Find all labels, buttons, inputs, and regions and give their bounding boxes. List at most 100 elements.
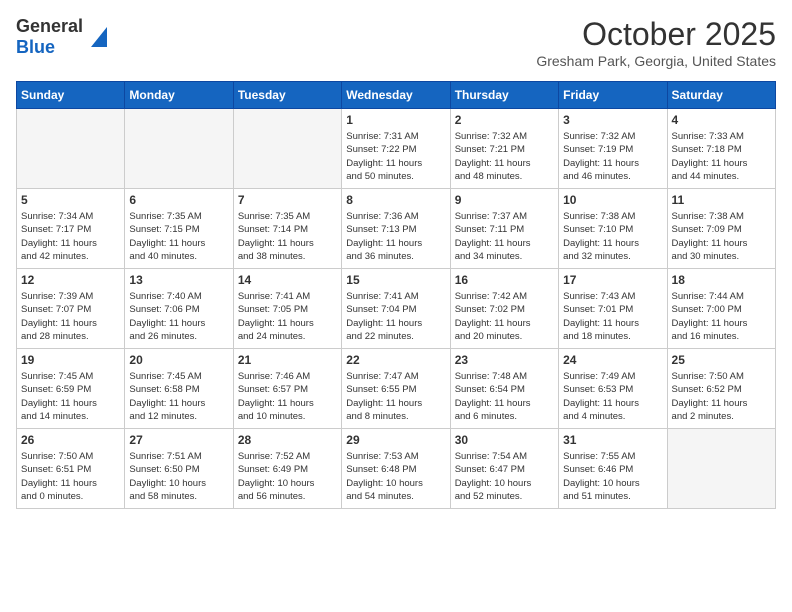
day-number: 3 — [563, 113, 662, 127]
day-info: Sunrise: 7:41 AM Sunset: 7:04 PM Dayligh… — [346, 290, 445, 343]
day-number: 27 — [129, 433, 228, 447]
calendar-table: SundayMondayTuesdayWednesdayThursdayFrid… — [16, 81, 776, 509]
calendar-cell: 21Sunrise: 7:46 AM Sunset: 6:57 PM Dayli… — [233, 349, 341, 429]
day-number: 17 — [563, 273, 662, 287]
calendar-cell: 17 Sunrise: 7:43 AM Sunset: 7:01 PM Dayli… — [559, 269, 667, 349]
calendar-cell: 26 Sunrise: 7:50 AM Sunset: 6:51 PM Dayli… — [17, 429, 125, 509]
day-info: Sunrise: 7:41 AM Sunset: 7:05 PM Dayligh… — [238, 290, 337, 343]
day-number: 2 — [455, 113, 554, 127]
calendar-week-row-5: 26 Sunrise: 7:50 AM Sunset: 6:51 PM Dayli… — [17, 429, 776, 509]
calendar-cell: 3 Sunrise: 7:32 AM Sunset: 7:19 PM Daylig… — [559, 109, 667, 189]
day-number: 28 — [238, 433, 337, 447]
calendar-cell: 25 Sunrise: 7:50 AM Sunset: 6:52 PM Dayli… — [667, 349, 775, 429]
calendar-cell: 20 Sunrise: 7:45 AM Sunset: 6:58 PM Dayli… — [125, 349, 233, 429]
day-info: Sunrise: 7:36 AM Sunset: 7:13 PM Dayligh… — [346, 210, 445, 263]
day-info: Sunrise: 7:42 AM Sunset: 7:02 PM Dayligh… — [455, 290, 554, 343]
day-number: 5 — [21, 193, 120, 207]
calendar-cell: 29 Sunrise: 7:53 AM Sunset: 6:48 PM Dayli… — [342, 429, 450, 509]
weekday-header-monday: Monday — [125, 82, 233, 109]
calendar-week-row-4: 19 Sunrise: 7:45 AM Sunset: 6:59 PM Dayli… — [17, 349, 776, 429]
calendar-cell: 7 Sunrise: 7:35 AM Sunset: 7:14 PM Daylig… — [233, 189, 341, 269]
calendar-cell: 15 Sunrise: 7:41 AM Sunset: 7:04 PM Dayli… — [342, 269, 450, 349]
day-info: Sunrise: 7:33 AM Sunset: 7:18 PM Dayligh… — [672, 130, 771, 183]
calendar-cell: 13 Sunrise: 7:40 AM Sunset: 7:06 PM Dayli… — [125, 269, 233, 349]
day-number: 1 — [346, 113, 445, 127]
logo-general: General — [16, 16, 83, 37]
day-number: 14 — [238, 273, 337, 287]
day-info: Sunrise: 7:32 AM Sunset: 7:19 PM Dayligh… — [563, 130, 662, 183]
day-info: Sunrise: 7:51 AM Sunset: 6:50 PM Dayligh… — [129, 450, 228, 503]
calendar-week-row-2: 5 Sunrise: 7:34 AM Sunset: 7:17 PM Daylig… — [17, 189, 776, 269]
day-info: Sunrise: 7:43 AM Sunset: 7:01 PM Dayligh… — [563, 290, 662, 343]
day-info: Sunrise: 7:39 AM Sunset: 7:07 PM Dayligh… — [21, 290, 120, 343]
calendar-cell: 11Sunrise: 7:38 AM Sunset: 7:09 PM Dayli… — [667, 189, 775, 269]
title-area: October 2025 Gresham Park, Georgia, Unit… — [536, 16, 776, 69]
calendar-cell — [125, 109, 233, 189]
day-info: Sunrise: 7:31 AM Sunset: 7:22 PM Dayligh… — [346, 130, 445, 183]
calendar-cell — [17, 109, 125, 189]
weekday-header-tuesday: Tuesday — [233, 82, 341, 109]
day-number: 18 — [672, 273, 771, 287]
calendar-cell: 14 Sunrise: 7:41 AM Sunset: 7:05 PM Dayli… — [233, 269, 341, 349]
calendar-cell: 2 Sunrise: 7:32 AM Sunset: 7:21 PM Daylig… — [450, 109, 558, 189]
day-info: Sunrise: 7:45 AM Sunset: 6:59 PM Dayligh… — [21, 370, 120, 423]
day-number: 10 — [563, 193, 662, 207]
day-info: Sunrise: 7:44 AM Sunset: 7:00 PM Dayligh… — [672, 290, 771, 343]
weekday-header-wednesday: Wednesday — [342, 82, 450, 109]
day-number: 20 — [129, 353, 228, 367]
day-number: 9 — [455, 193, 554, 207]
day-info: Sunrise: 7:50 AM Sunset: 6:52 PM Dayligh… — [672, 370, 771, 423]
day-info: Sunrise: 7:35 AM Sunset: 7:15 PM Dayligh… — [129, 210, 228, 263]
calendar-cell: 28 Sunrise: 7:52 AM Sunset: 6:49 PM Dayli… — [233, 429, 341, 509]
calendar-week-row-3: 12Sunrise: 7:39 AM Sunset: 7:07 PM Dayli… — [17, 269, 776, 349]
day-info: Sunrise: 7:50 AM Sunset: 6:51 PM Dayligh… — [21, 450, 120, 503]
calendar-cell: 22Sunrise: 7:47 AM Sunset: 6:55 PM Dayli… — [342, 349, 450, 429]
day-info: Sunrise: 7:48 AM Sunset: 6:54 PM Dayligh… — [455, 370, 554, 423]
calendar-cell: 10Sunrise: 7:38 AM Sunset: 7:10 PM Dayli… — [559, 189, 667, 269]
calendar-cell: 9 Sunrise: 7:37 AM Sunset: 7:11 PM Daylig… — [450, 189, 558, 269]
weekday-header-sunday: Sunday — [17, 82, 125, 109]
day-info: Sunrise: 7:53 AM Sunset: 6:48 PM Dayligh… — [346, 450, 445, 503]
day-number: 25 — [672, 353, 771, 367]
day-number: 4 — [672, 113, 771, 127]
calendar-cell: 1 Sunrise: 7:31 AM Sunset: 7:22 PM Daylig… — [342, 109, 450, 189]
logo-blue: Blue — [16, 37, 55, 58]
weekday-header-saturday: Saturday — [667, 82, 775, 109]
day-info: Sunrise: 7:45 AM Sunset: 6:58 PM Dayligh… — [129, 370, 228, 423]
day-number: 29 — [346, 433, 445, 447]
calendar-cell: 23 Sunrise: 7:48 AM Sunset: 6:54 PM Dayli… — [450, 349, 558, 429]
day-number: 7 — [238, 193, 337, 207]
day-number: 24 — [563, 353, 662, 367]
day-info: Sunrise: 7:32 AM Sunset: 7:21 PM Dayligh… — [455, 130, 554, 183]
calendar-cell: 24 Sunrise: 7:49 AM Sunset: 6:53 PM Dayli… — [559, 349, 667, 429]
day-info: Sunrise: 7:37 AM Sunset: 7:11 PM Dayligh… — [455, 210, 554, 263]
day-number: 31 — [563, 433, 662, 447]
calendar-cell: 4 Sunrise: 7:33 AM Sunset: 7:18 PM Daylig… — [667, 109, 775, 189]
calendar-cell: 6Sunrise: 7:35 AM Sunset: 7:15 PM Daylig… — [125, 189, 233, 269]
day-info: Sunrise: 7:34 AM Sunset: 7:17 PM Dayligh… — [21, 210, 120, 263]
day-info: Sunrise: 7:40 AM Sunset: 7:06 PM Dayligh… — [129, 290, 228, 343]
day-number: 23 — [455, 353, 554, 367]
page-header: General Blue October 2025 Gresham Park, … — [16, 16, 776, 69]
day-number: 8 — [346, 193, 445, 207]
day-number: 11 — [672, 193, 771, 207]
calendar-cell: 16 Sunrise: 7:42 AM Sunset: 7:02 PM Dayli… — [450, 269, 558, 349]
day-number: 26 — [21, 433, 120, 447]
day-info: Sunrise: 7:49 AM Sunset: 6:53 PM Dayligh… — [563, 370, 662, 423]
logo-triangle-icon — [91, 27, 107, 47]
day-number: 16 — [455, 273, 554, 287]
month-title: October 2025 — [536, 16, 776, 53]
weekday-header-friday: Friday — [559, 82, 667, 109]
day-number: 30 — [455, 433, 554, 447]
calendar-cell: 19 Sunrise: 7:45 AM Sunset: 6:59 PM Dayli… — [17, 349, 125, 429]
day-info: Sunrise: 7:35 AM Sunset: 7:14 PM Dayligh… — [238, 210, 337, 263]
day-number: 15 — [346, 273, 445, 287]
day-info: Sunrise: 7:52 AM Sunset: 6:49 PM Dayligh… — [238, 450, 337, 503]
calendar-cell: 27 Sunrise: 7:51 AM Sunset: 6:50 PM Dayli… — [125, 429, 233, 509]
day-info: Sunrise: 7:55 AM Sunset: 6:46 PM Dayligh… — [563, 450, 662, 503]
location-subtitle: Gresham Park, Georgia, United States — [536, 53, 776, 69]
day-number: 19 — [21, 353, 120, 367]
calendar-week-row-1: 1 Sunrise: 7:31 AM Sunset: 7:22 PM Daylig… — [17, 109, 776, 189]
calendar-cell: 8 Sunrise: 7:36 AM Sunset: 7:13 PM Daylig… — [342, 189, 450, 269]
day-number: 13 — [129, 273, 228, 287]
